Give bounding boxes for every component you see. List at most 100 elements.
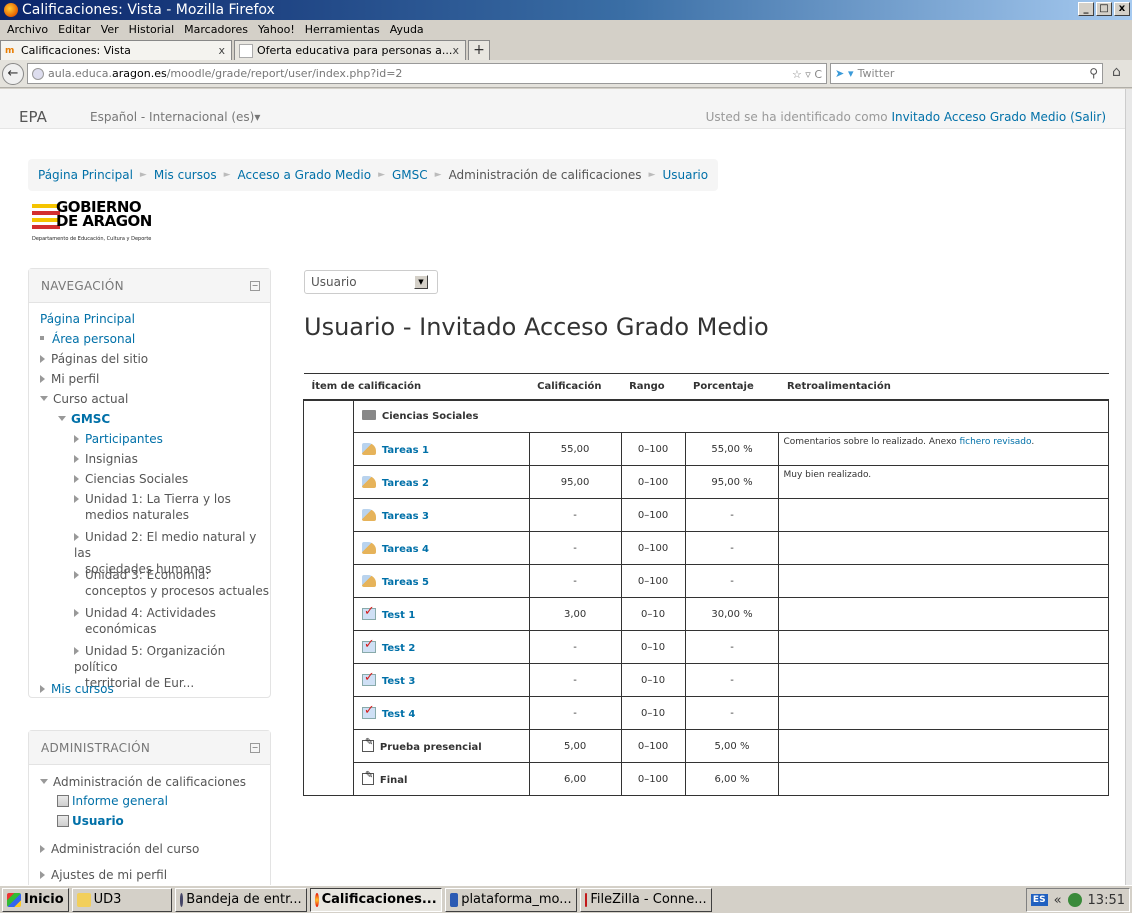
tab-calificaciones[interactable]: m Calificaciones: Vista x [0,40,232,60]
twitter-engine-icon[interactable]: ➤ ▾ [835,67,854,80]
nav-ciencias-sociales[interactable]: Ciencias Sociales [74,471,188,487]
menu-ver[interactable]: Ver [96,23,124,36]
nav-participantes[interactable]: Participantes [74,431,163,447]
nav-insignias[interactable]: Insignias [74,451,138,467]
menu-archivo[interactable]: Archivo [2,23,53,36]
nav-gmsc-link[interactable]: GMSC [71,412,110,426]
nav-unidad1[interactable]: Unidad 1: La Tierra y los medios naturale… [74,491,231,523]
admin-calificaciones[interactable]: Administración de calificaciones [40,774,246,790]
nav-paginas-sitio[interactable]: Páginas del sitio [40,351,148,367]
admin-curso[interactable]: Administración del curso [40,841,199,857]
grade-value: - [528,663,622,697]
login-user-link[interactable]: Invitado Acceso Grado Medio [891,110,1066,124]
navigation-block-header: NAVEGACIÓN − [29,269,270,303]
report-user-select[interactable]: Usuario ▼ [304,270,438,294]
nav-home-link[interactable]: Página Principal [40,312,135,326]
grade-percentage: - [684,564,780,598]
menu-editar[interactable]: Editar [53,23,96,36]
nav-mi-perfil[interactable]: Mi perfil [40,371,99,387]
grade-item-link[interactable]: Tareas 3 [382,511,429,522]
site-brand[interactable]: EPA [19,108,47,126]
admin-usuario-link[interactable]: Usuario [72,814,124,828]
home-icon[interactable]: ⌂ [1112,64,1121,80]
quiz-icon [361,703,376,719]
breadcrumb-usuario[interactable]: Usuario [662,168,708,182]
menu-marcadores[interactable]: Marcadores [179,23,253,36]
grade-item-link[interactable]: Test 4 [382,709,415,720]
feedback-text: Muy bien realizado. [783,470,872,480]
grade-item-link[interactable]: Test 2 [382,643,415,654]
nav-curso-actual[interactable]: Curso actual [40,391,128,407]
col-calificacion: Calificación [529,373,622,401]
admin-ajustes-perfil[interactable]: Ajustes de mi perfil [40,867,167,883]
nav-area-personal[interactable]: Área personal [40,331,135,347]
site-identity-icon[interactable] [32,67,44,80]
collapse-arrow-icon [58,416,66,421]
minimize-button[interactable]: _ [1078,2,1094,16]
dropdown-arrow-icon[interactable]: ▼ [414,275,428,289]
logout-link[interactable]: (Salir) [1070,110,1106,124]
menu-historial[interactable]: Historial [124,23,179,36]
expand-arrow-icon [74,647,79,655]
grade-item-link[interactable]: Tareas 2 [382,478,429,489]
grade-percentage: 30,00 % [684,597,780,631]
menu-ayuda[interactable]: Ayuda [385,23,429,36]
expand-arrow-icon [74,435,79,443]
taskbar-filezilla[interactable]: FileZilla - Conne... [579,887,712,912]
admin-usuario[interactable]: Usuario [57,813,124,829]
gobierno-aragon-logo[interactable]: GOBIERNO DE ARAGON Departamento de Educa… [32,200,172,256]
nav-mis-cursos-link[interactable]: Mis cursos [51,682,114,696]
close-window-button[interactable]: x [1114,2,1130,16]
assignment-icon [361,475,376,488]
nav-mis-cursos[interactable]: Mis cursos [40,681,114,697]
tray-app-icon[interactable] [1067,893,1082,907]
grade-item-link[interactable]: Test 1 [382,610,415,621]
taskbar-ud3[interactable]: UD3 [71,887,172,912]
bookmark-reload-icons[interactable]: ☆ ▿ C [792,68,822,81]
breadcrumb-mis-cursos[interactable]: Mis cursos [154,168,217,182]
taskbar-plataforma[interactable]: plataforma_mo... [444,887,577,912]
nav-unidad4-line1: Unidad 4: Actividades [85,606,216,620]
nav-home[interactable]: Página Principal [40,311,135,327]
tab-close-icon[interactable]: x [218,44,225,57]
tab-close-icon[interactable]: x [452,44,459,57]
admin-informe-general[interactable]: Informe general [57,793,168,809]
grade-item-link[interactable]: Tareas 1 [382,445,429,456]
nav-gmsc[interactable]: GMSC [58,411,110,427]
taskbar-calificaciones[interactable]: Calificaciones... [309,887,442,912]
address-bar[interactable]: aula.educa. aragon.es/moodle/grade/report… [27,63,827,84]
admin-informe-general-link[interactable]: Informe general [72,794,168,808]
feedback-file-link[interactable]: fichero revisado [959,437,1031,447]
menu-yahoo[interactable]: Yahoo! [253,23,300,36]
nav-area-personal-link[interactable]: Área personal [52,332,135,346]
language-indicator[interactable]: ES [1030,894,1048,906]
language-menu[interactable]: Español - Internacional (es)▾ [90,110,260,124]
taskbar-bandeja[interactable]: Bandeja de entr... [174,887,307,912]
grade-range: 0–10 [620,696,686,730]
maximize-button[interactable]: □ [1096,2,1112,16]
breadcrumb-gmsc[interactable]: GMSC [392,168,428,182]
grade-percentage: - [684,531,780,565]
collapse-icon[interactable]: − [250,281,260,291]
breadcrumb-acceso[interactable]: Acceso a Grado Medio [238,168,372,182]
login-prefix: Usted se ha identificado como [705,110,892,124]
start-button[interactable]: Inicio [2,887,69,912]
breadcrumb-home[interactable]: Página Principal [38,168,133,182]
grade-item-link[interactable]: Tareas 5 [382,577,429,588]
tab-oferta[interactable]: Oferta educativa para personas a... x [234,40,466,60]
collapse-icon[interactable]: − [250,743,260,753]
nav-unidad4[interactable]: Unidad 4: Actividades económicas [74,605,216,637]
nav-participantes-link[interactable]: Participantes [85,432,163,446]
tray-expand-arrow[interactable]: « [1054,893,1062,908]
search-input[interactable]: ➤ ▾ Twitter ⚲ [830,63,1103,84]
page-scrollbar[interactable] [1125,89,1132,885]
new-tab-button[interactable]: + [468,40,490,60]
search-icon[interactable]: ⚲ [1089,66,1098,80]
back-button[interactable]: ← [2,62,24,85]
indent-cell [303,630,354,664]
grade-item-link[interactable]: Tareas 4 [382,544,429,555]
grade-item-link[interactable]: Test 3 [382,676,415,687]
tab-label: Oferta educativa para personas a... [257,44,453,57]
menu-herramientas[interactable]: Herramientas [300,23,385,36]
nav-unidad3[interactable]: Unidad 3: Economía: conceptos y procesos … [74,567,269,599]
